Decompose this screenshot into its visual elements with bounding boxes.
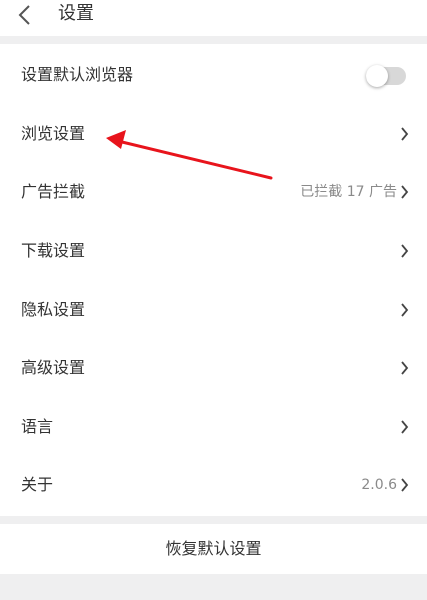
- setting-label: 语言: [21, 417, 54, 436]
- chevron-right-icon: [401, 361, 409, 375]
- setting-row-language[interactable]: 语言: [0, 398, 427, 456]
- chevron-right-icon: [401, 478, 409, 492]
- chevron-right-icon: [401, 185, 409, 199]
- settings-list: 设置默认浏览器 浏览设置 广告拦截 已拦截 17 广告 下载设置 隐私设置 高级…: [0, 44, 427, 516]
- setting-label: 广告拦截: [21, 182, 86, 201]
- top-bar: 设置: [0, 0, 427, 36]
- chevron-right-icon: [401, 127, 409, 141]
- chevron-right-icon: [401, 420, 409, 434]
- app-version: 2.0.6: [361, 477, 397, 493]
- back-icon[interactable]: [17, 4, 33, 26]
- setting-row-privacy[interactable]: 隐私设置: [0, 281, 427, 339]
- setting-label: 高级设置: [21, 358, 86, 377]
- page-title: 设置: [58, 3, 94, 24]
- chevron-right-icon: [401, 244, 409, 258]
- setting-label: 浏览设置: [21, 124, 86, 143]
- setting-row-download[interactable]: 下载设置: [0, 222, 427, 280]
- setting-label: 隐私设置: [21, 300, 86, 319]
- setting-row-advanced[interactable]: 高级设置: [0, 339, 427, 397]
- setting-row-ad-block[interactable]: 广告拦截 已拦截 17 广告: [0, 163, 427, 221]
- chevron-right-icon: [401, 303, 409, 317]
- setting-row-default-browser[interactable]: 设置默认浏览器: [0, 46, 427, 104]
- setting-row-about[interactable]: 关于 2.0.6: [0, 456, 427, 514]
- setting-label: 设置默认浏览器: [21, 65, 134, 84]
- default-browser-toggle[interactable]: [366, 65, 406, 87]
- setting-label: 下载设置: [21, 241, 86, 260]
- toggle-knob: [366, 65, 388, 87]
- reset-defaults-button[interactable]: 恢复默认设置: [0, 524, 427, 574]
- setting-label: 关于: [21, 475, 54, 494]
- setting-row-browse[interactable]: 浏览设置: [0, 105, 427, 163]
- ad-block-count: 已拦截 17 广告: [300, 184, 397, 200]
